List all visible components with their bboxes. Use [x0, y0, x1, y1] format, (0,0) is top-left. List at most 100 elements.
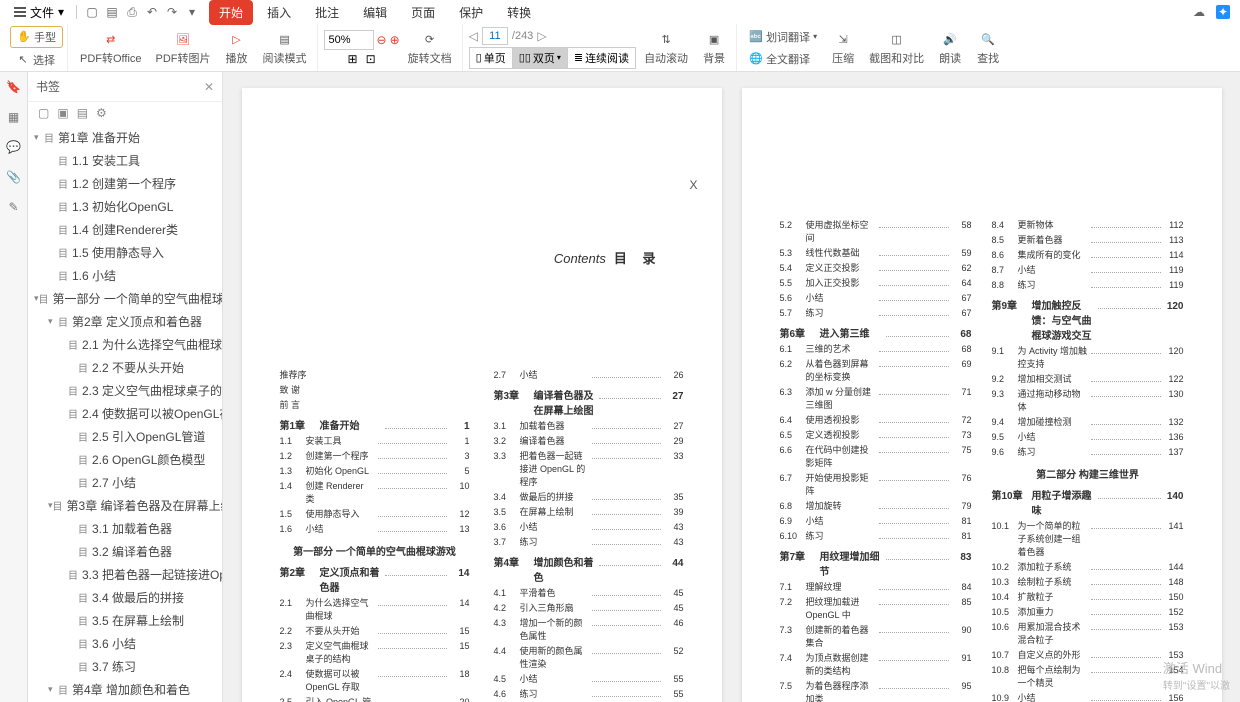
thumbnail-panel-icon[interactable]: ▦ [5, 108, 23, 126]
toc-entry: 1.3初始化 OpenGL5 [280, 464, 470, 477]
search-icon: 🔍 [978, 30, 998, 50]
save-icon[interactable]: ▤ [105, 5, 119, 19]
toc-entry: 致 谢 [280, 383, 470, 396]
autoscroll[interactable]: ⇅自动滚动 [638, 28, 694, 68]
tab-6[interactable]: 转换 [497, 0, 541, 25]
pdf-to-image[interactable]: 🖼PDF转图片 [150, 28, 217, 68]
read-aloud[interactable]: 🔊朗读 [932, 28, 968, 68]
cloud-icon[interactable]: ☁ [1192, 5, 1206, 19]
bookmark-item[interactable]: 目3.4 做最后的拼接 [28, 586, 222, 609]
more-dropdown-icon[interactable]: ▾ [185, 5, 199, 19]
bookmark-item[interactable]: 目2.2 不要从头开始 [28, 356, 222, 379]
compress[interactable]: ⇲压缩 [825, 28, 861, 68]
view-single[interactable]: ▯单页 [469, 47, 513, 69]
close-sidebar-icon[interactable]: ✕ [204, 80, 214, 94]
select-tool[interactable]: ↖选择 [10, 50, 63, 70]
tab-3[interactable]: 编辑 [353, 0, 397, 25]
tab-1[interactable]: 插入 [257, 0, 301, 25]
prev-page-icon[interactable]: ◁ [469, 29, 478, 43]
collapse-all-icon[interactable]: ▤ [77, 106, 88, 120]
fit-page-icon[interactable]: ⊡ [366, 52, 376, 66]
signature-panel-icon[interactable]: ✎ [5, 198, 23, 216]
reading-mode[interactable]: ▤阅读模式 [257, 28, 313, 68]
toc-entry: 5.3线性代数基础59 [780, 246, 972, 259]
undo-icon[interactable]: ↶ [145, 5, 159, 19]
bookmark-item[interactable]: 目2.5 引入OpenGL管道 [28, 425, 222, 448]
fit-width-icon[interactable]: ⊞ [348, 52, 358, 66]
tab-4[interactable]: 页面 [401, 0, 445, 25]
toc-entry: 5.4定义正交投影62 [780, 261, 972, 274]
toc-entry: 10.9小结156 [992, 691, 1184, 702]
bookmark-item[interactable]: 目2.6 OpenGL颜色模型 [28, 448, 222, 471]
background[interactable]: ▣背景 [696, 28, 732, 68]
bookmark-item[interactable]: 目2.7 小结 [28, 471, 222, 494]
bookmark-item[interactable]: ▾目第1章 准备开始 [28, 126, 222, 149]
comment-panel-icon[interactable]: 💬 [5, 138, 23, 156]
find[interactable]: 🔍查找 [970, 28, 1006, 68]
bookmark-item[interactable]: 目1.4 创建Renderer类 [28, 218, 222, 241]
redo-icon[interactable]: ↷ [165, 5, 179, 19]
bookmark-item[interactable]: 目2.1 为什么选择空气曲棍球 [28, 333, 222, 356]
bookmark-item[interactable]: 目3.7 练习 [28, 655, 222, 678]
new-bookmark-icon[interactable]: ▢ [38, 106, 49, 120]
compress-icon: ⇲ [833, 30, 853, 50]
view-double[interactable]: ▯▯双页▾ [513, 47, 568, 69]
ribbon-tabs: 开始插入批注编辑页面保护转换 [209, 0, 541, 25]
toc-entry: 4.4使用新的颜色属性渲染52 [494, 644, 684, 670]
word-translate[interactable]: 🔤划词翻译▾ [743, 27, 823, 47]
attachment-panel-icon[interactable]: 📎 [5, 168, 23, 186]
pdf-to-office[interactable]: ⇄PDF转Office [74, 28, 148, 68]
zoom-in-icon[interactable]: ⊕ [390, 33, 400, 47]
toolbar: ✋手型 ↖选择 ⇄PDF转Office 🖼PDF转图片 ▷播放 ▤阅读模式 ⊖ … [0, 24, 1240, 72]
bookmark-item[interactable]: ▾目第3章 编译着色器及在屏幕上绘图 [28, 494, 222, 517]
toc-entry: 10.7自定义点的外形153 [992, 648, 1184, 661]
zoom-input[interactable] [324, 30, 374, 50]
toc-entry: 9.1为 Activity 增加触控支持120 [992, 344, 1184, 370]
bookmark-item[interactable]: ▾目第2章 定义顶点和着色器 [28, 310, 222, 333]
settings-gear-icon[interactable]: ⚙ [96, 106, 107, 120]
expand-all-icon[interactable]: ▣ [57, 106, 68, 120]
bookmark-item[interactable]: 目1.3 初始化OpenGL [28, 195, 222, 218]
hand-tool[interactable]: ✋手型 [10, 26, 63, 48]
open-icon[interactable]: ▢ [85, 5, 99, 19]
bookmark-item[interactable]: 目1.5 使用静态导入 [28, 241, 222, 264]
tab-2[interactable]: 批注 [305, 0, 349, 25]
print-icon[interactable]: ⎙ [125, 5, 139, 19]
bookmark-item[interactable]: 目3.6 小结 [28, 632, 222, 655]
page-number-input[interactable] [482, 27, 508, 45]
document-viewer[interactable]: X Contents目 录 推荐序致 谢前 言第1章准备开始11.1安装工具11… [223, 72, 1240, 702]
bookmark-item[interactable]: 目1.2 创建第一个程序 [28, 172, 222, 195]
bookmark-item[interactable]: ▾目第4章 增加颜色和着色 [28, 678, 222, 701]
compare[interactable]: ◫截图和对比 [863, 28, 930, 68]
play-button[interactable]: ▷播放 [219, 28, 255, 68]
next-page-icon[interactable]: ▷ [537, 29, 546, 43]
toc-entry: 4.2引入三角形扇45 [494, 601, 684, 614]
bookmark-item[interactable]: 目3.2 编译着色器 [28, 540, 222, 563]
bookmark-item[interactable]: ▾目第一部分 一个简单的空气曲棍球游戏 [28, 287, 222, 310]
menubar: 文件 ▾ ▢ ▤ ⎙ ↶ ↷ ▾ 开始插入批注编辑页面保护转换 ☁ ✦ [0, 0, 1240, 24]
bookmark-item[interactable]: 目3.3 把着色器一起链接进OpenGL的程序 [28, 563, 222, 586]
bookmark-item[interactable]: 目3.1 加载着色器 [28, 517, 222, 540]
full-translate[interactable]: 🌐全文翻译 [743, 49, 823, 69]
file-menu[interactable]: 文件 ▾ [8, 2, 70, 23]
tab-5[interactable]: 保护 [449, 0, 493, 25]
bookmark-item[interactable]: 目3.5 在屏幕上绘制 [28, 609, 222, 632]
double-page-icon: ▯▯ [519, 51, 531, 64]
tab-0[interactable]: 开始 [209, 0, 253, 25]
toc-entry: 6.4使用透视投影72 [780, 413, 972, 426]
toc-entry: 7.4为顶点数据创建新的类结构91 [780, 651, 972, 677]
zoom-out-icon[interactable]: ⊖ [377, 33, 387, 47]
bookmark-item[interactable]: 目1.1 安装工具 [28, 149, 222, 172]
bookmark-item[interactable]: 目1.6 小结 [28, 264, 222, 287]
user-badge[interactable]: ✦ [1216, 5, 1230, 19]
toc-entry: 第4章增加颜色和着色44 [494, 554, 684, 584]
bookmark-item[interactable]: 目2.4 使数据可以被OpenGL存取 [28, 402, 222, 425]
bookmark-panel-icon[interactable]: 🔖 [5, 78, 23, 96]
bookmark-item[interactable]: 目2.3 定义空气曲棍球桌子的结构 [28, 379, 222, 402]
cursor-icon: ↖ [16, 53, 30, 67]
toc-entry: 7.3创建新的着色器集合90 [780, 623, 972, 649]
view-continuous[interactable]: ≣连续阅读 [568, 47, 636, 69]
toc-entry: 10.8把每个点绘制为一个精灵154 [992, 663, 1184, 689]
toc-entry: 1.2创建第一个程序3 [280, 449, 470, 462]
rotate-doc[interactable]: ⟳旋转文档 [402, 28, 458, 68]
